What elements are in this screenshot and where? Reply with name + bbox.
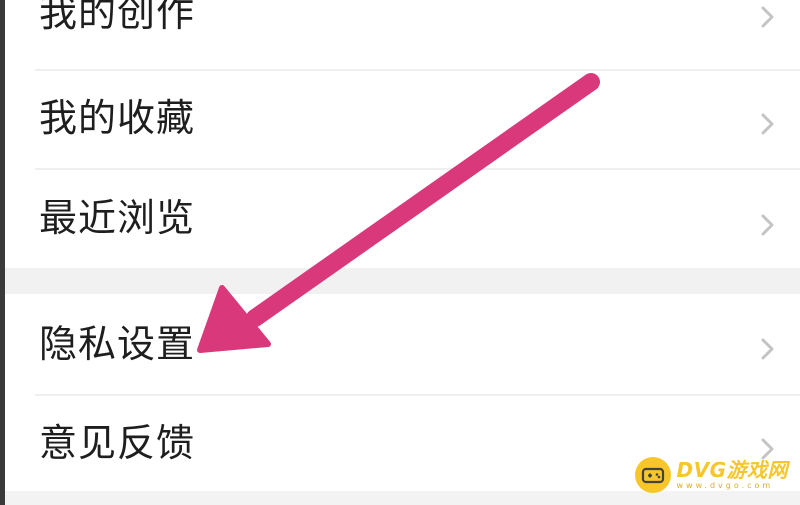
menu-item-my-favorites[interactable]: 我的收藏: [5, 71, 800, 168]
menu-item-recent-browsing[interactable]: 最近浏览: [5, 170, 800, 268]
gamepad-icon: [634, 457, 671, 493]
watermark-url: www.dvgo.com: [676, 481, 774, 490]
chevron-right-icon: [752, 109, 782, 139]
watermark-title: DVG游戏网: [676, 458, 788, 482]
settings-screen: 我的创作 我的收藏 最近浏览 隐私设置 意见反馈 DVG游戏网 www.dvgo…: [0, 0, 800, 505]
chevron-right-icon: [752, 2, 782, 32]
section-separator: [5, 268, 800, 294]
menu-item-label: 最近浏览: [39, 196, 196, 240]
chevron-right-icon: [752, 210, 782, 240]
menu-item-my-creations[interactable]: 我的创作: [5, 0, 800, 36]
menu-item-label: 隐私设置: [39, 322, 196, 366]
menu-item-privacy-settings[interactable]: 隐私设置: [5, 294, 800, 394]
menu-item-label: 我的收藏: [39, 96, 196, 140]
menu-item-label: 我的创作: [39, 0, 196, 35]
watermark-logo: DVG游戏网 www.dvgo.com: [634, 455, 789, 495]
menu-item-label: 意见反馈: [39, 421, 196, 465]
chevron-right-icon: [752, 334, 782, 364]
